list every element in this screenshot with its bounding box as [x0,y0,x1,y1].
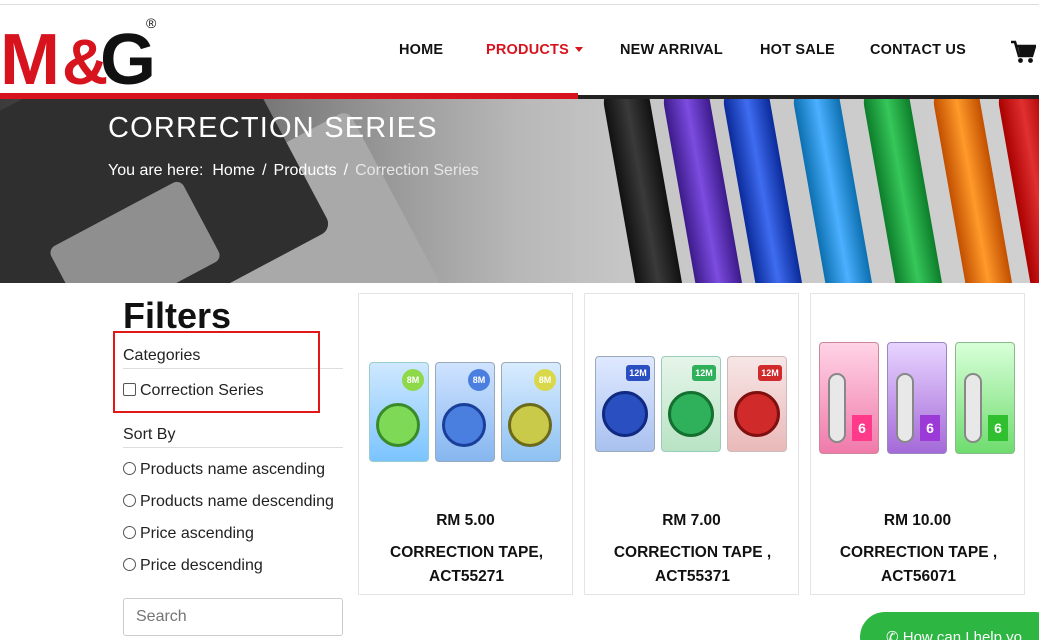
pen-green [860,99,946,283]
tape-pack-green: 6 [955,342,1015,454]
sort-option-label: Products name descending [140,493,334,510]
sort-name-desc[interactable]: Products name descending [123,493,334,511]
nav-home[interactable]: HOME [399,42,443,58]
sort-price-desc[interactable]: Price descending [123,557,263,575]
product-price: RM 7.00 [662,512,721,529]
product-price: RM 5.00 [436,512,495,529]
breadcrumb-current: Correction Series [355,162,479,179]
search-input[interactable] [123,598,343,636]
breadcrumb-separator: / [343,162,349,179]
radio-icon[interactable] [123,494,136,507]
sort-option-label: Price descending [140,557,263,574]
product-price: RM 10.00 [883,512,952,529]
tape-pack-yellow: 8M [501,362,561,462]
nav-new-arrival[interactable]: NEW ARRIVAL [620,42,723,58]
nav-products-label: PRODUCTS [486,42,569,58]
tape-pack-red: 12M [727,356,787,452]
tape-pack-blue: 8M [435,362,495,462]
sort-option-label: Price ascending [140,525,254,542]
pen-light-blue [790,99,876,283]
whatsapp-icon: ✆ [886,629,899,640]
product-image: 8M 8M 8M [365,342,568,462]
main-nav: HOME PRODUCTS NEW ARRIVAL HOT SALE CONTA… [0,42,1039,64]
highlight-box [113,331,320,413]
nav-hot-sale[interactable]: HOT SALE [760,42,835,58]
top-border [0,4,1039,5]
divider [123,447,343,448]
nav-contact-us[interactable]: CONTACT US [870,42,966,58]
breadcrumb-home[interactable]: Home [212,162,255,179]
nav-products[interactable]: PRODUCTS [486,42,583,58]
chat-label: How can I help yo [902,629,1022,640]
product-name[interactable]: CORRECTION TAPE, ACT55271 [369,541,564,589]
svg-text:®: ® [146,15,157,31]
caret-down-icon [574,47,583,52]
tape-pack-green: 8M [369,362,429,462]
tape-pack-pink: 6 [819,342,879,454]
product-card[interactable]: 12M 12M 12M RM 7.00 CORRECTION TAPE , AC… [584,293,799,595]
page-title: CORRECTION SERIES [108,112,438,144]
breadcrumb-separator: / [262,162,267,179]
product-name[interactable]: CORRECTION TAPE , ACT55371 [595,541,790,589]
breadcrumb: You are here: Home / Products / Correction S… [108,162,479,180]
breadcrumb-prefix: You are here: [108,162,204,179]
radio-icon[interactable] [123,526,136,539]
product-card[interactable]: 8M 8M 8M RM 5.00 CORRECTION TAPE, ACT552… [358,293,573,595]
sort-name-asc[interactable]: Products name ascending [123,461,325,479]
product-card[interactable]: 6 6 6 RM 10.00 CORRECTION TAPE , ACT5607… [810,293,1025,595]
tape-pack-purple: 6 [887,342,947,454]
sort-option-label: Products name ascending [140,461,325,478]
radio-icon[interactable] [123,462,136,475]
tape-pack-blue: 12M [595,356,655,452]
breadcrumb-products[interactable]: Products [274,162,337,179]
cart-icon[interactable] [1010,40,1036,64]
product-image: 6 6 6 [817,342,1020,460]
sort-heading: Sort By [123,426,176,443]
product-image: 12M 12M 12M [591,342,794,460]
sort-price-asc[interactable]: Price ascending [123,525,254,543]
product-name[interactable]: CORRECTION TAPE , ACT56071 [821,541,1016,589]
radio-icon[interactable] [123,558,136,571]
whatsapp-chat-button[interactable]: ✆ How can I help yo [860,612,1039,640]
tape-pack-green: 12M [661,356,721,452]
